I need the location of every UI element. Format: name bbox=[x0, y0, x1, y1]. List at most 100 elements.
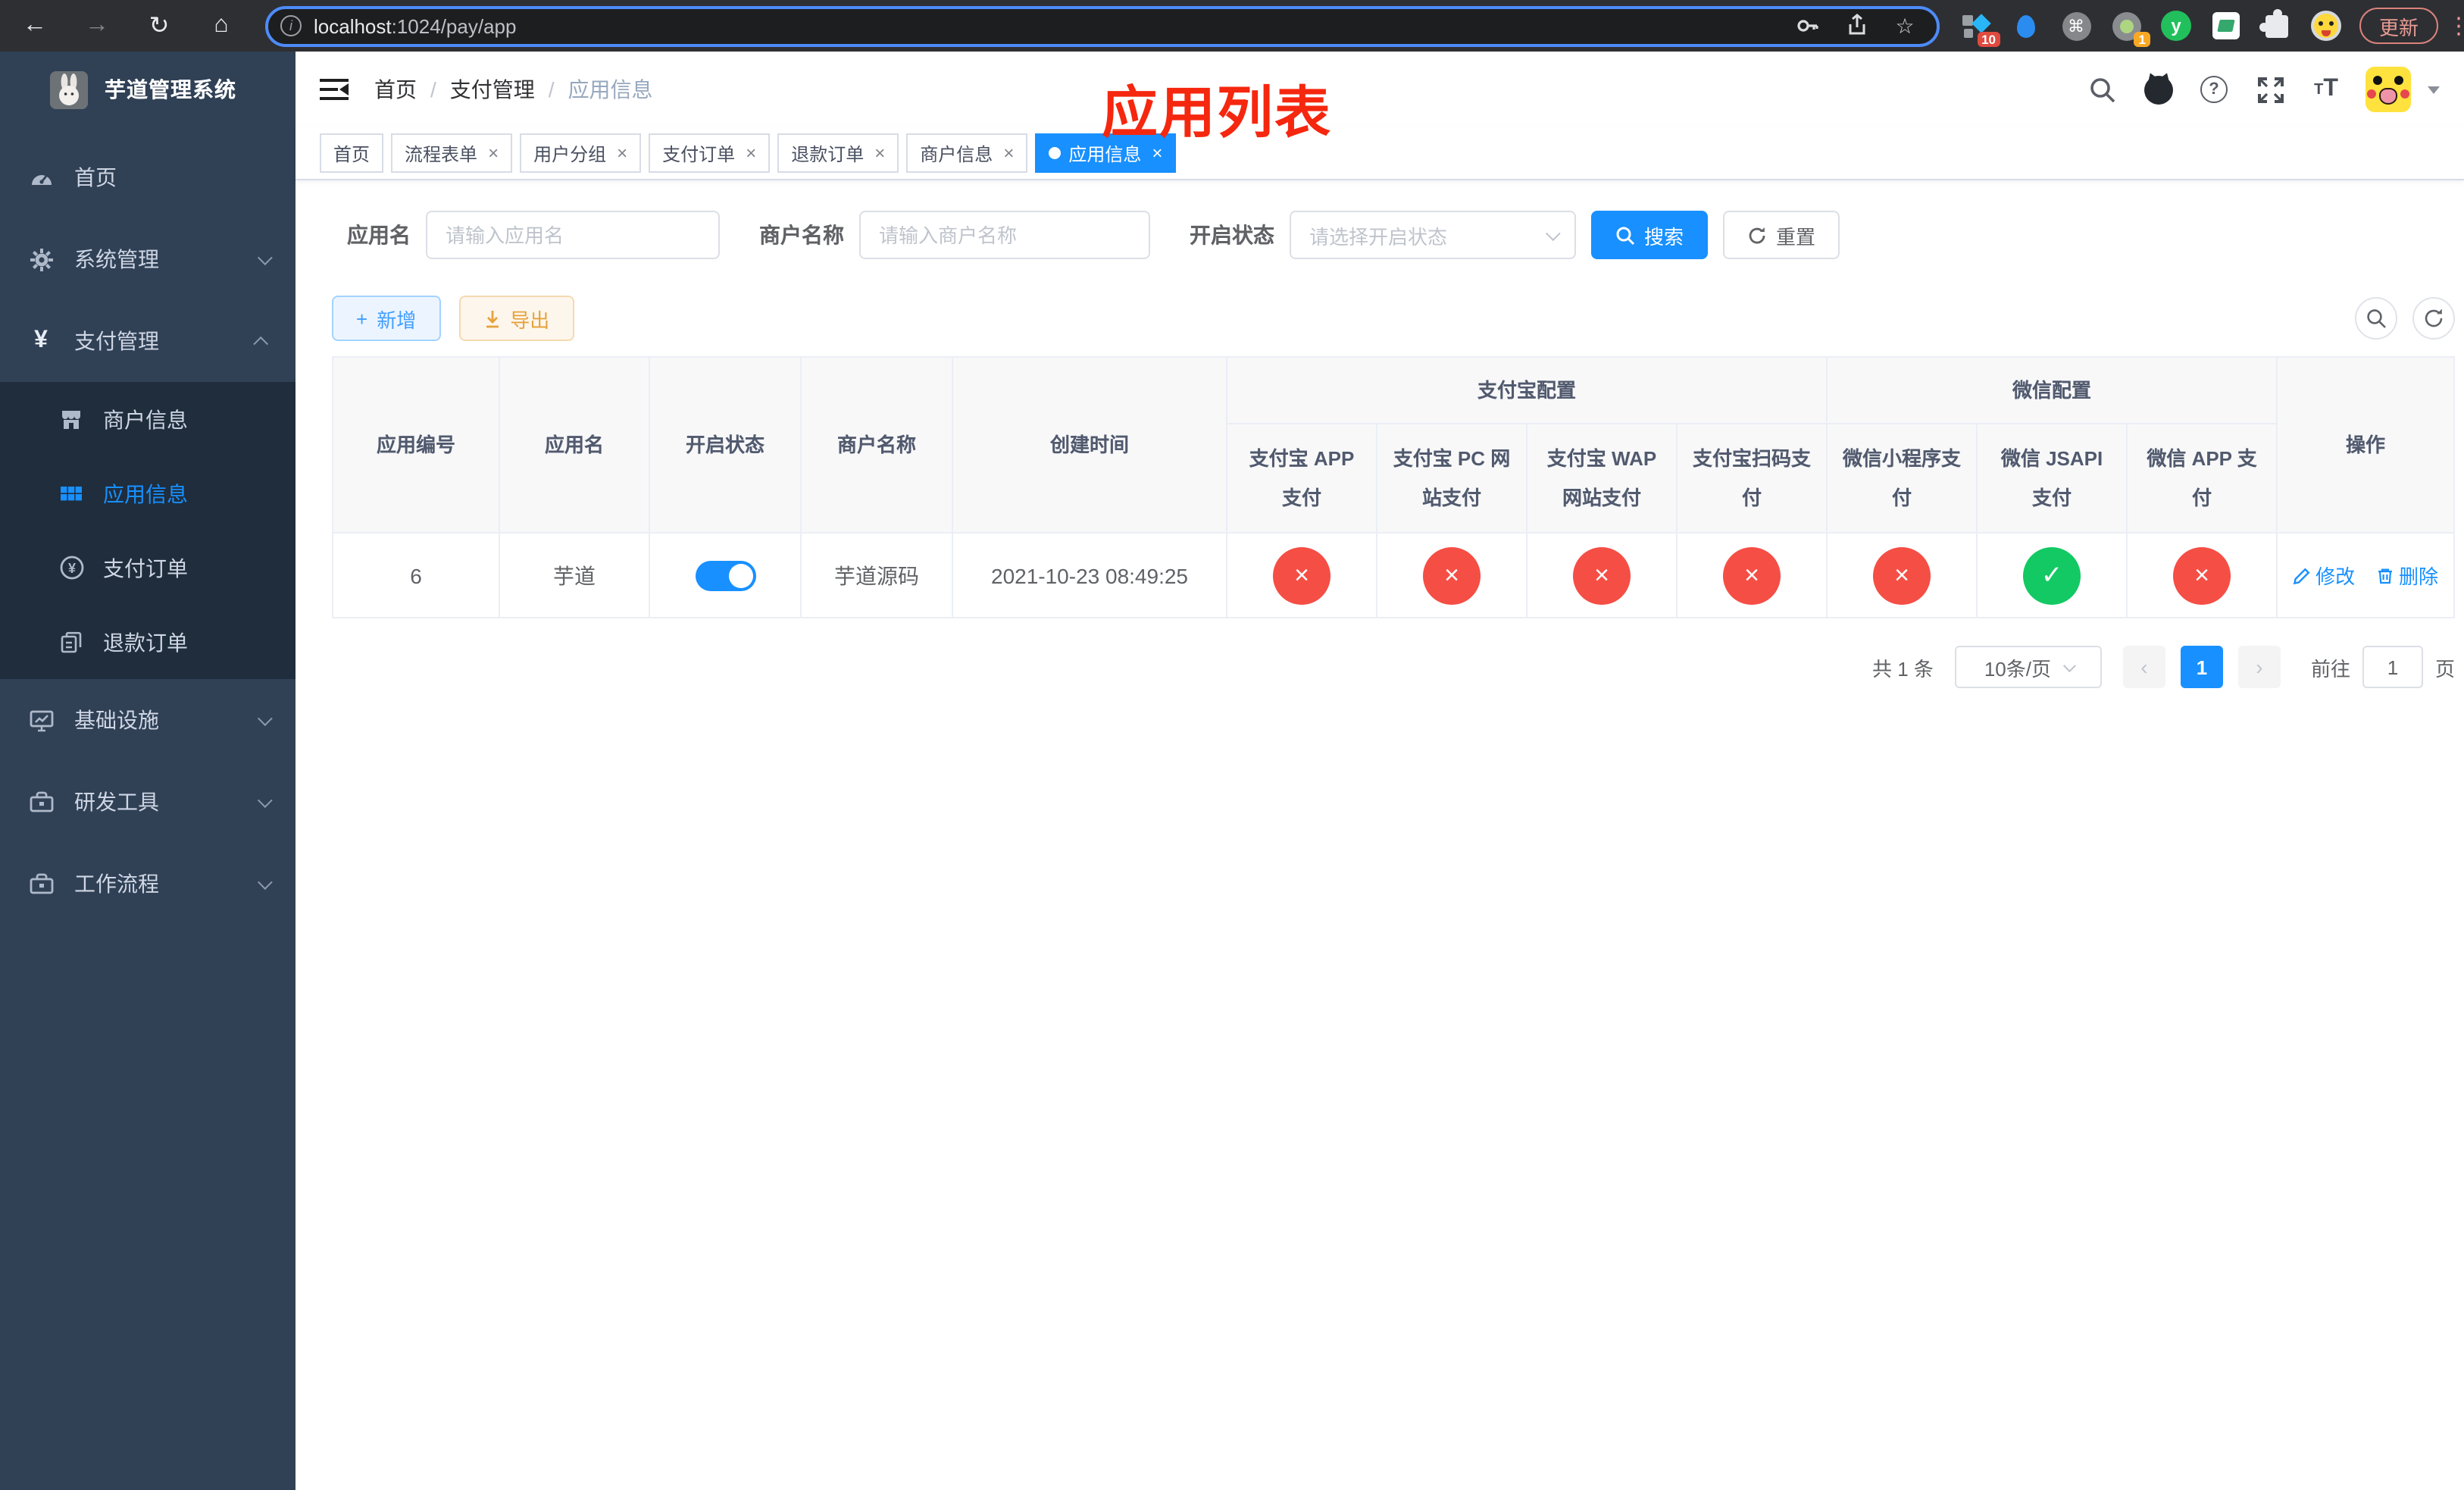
page-content: 应用名 商户名称 开启状态 请选择开启状态 搜索 重置 bbox=[295, 180, 2464, 688]
group-alipay-config: 支付宝配置 bbox=[1225, 356, 1828, 424]
active-dot bbox=[1049, 147, 1062, 159]
merchant-name-input[interactable] bbox=[859, 211, 1150, 259]
profile-avatar-icon[interactable] bbox=[2311, 11, 2341, 41]
ext-chat-icon[interactable] bbox=[2211, 11, 2241, 41]
ext-target-icon[interactable]: 1 bbox=[2111, 11, 2150, 47]
search-button[interactable]: 搜索 bbox=[1591, 211, 1709, 259]
reset-button[interactable]: 重置 bbox=[1723, 211, 1840, 259]
tab-home[interactable]: 首页 bbox=[320, 133, 384, 173]
breadcrumb-home[interactable]: 首页 bbox=[374, 74, 417, 105]
close-icon[interactable]: × bbox=[1003, 142, 1014, 164]
close-icon[interactable]: × bbox=[617, 142, 627, 164]
bookmark-star-icon[interactable]: ☆ bbox=[1891, 12, 1918, 39]
edit-link[interactable]: 修改 bbox=[2293, 561, 2355, 590]
sidebar-item-workflow[interactable]: 工作流程 bbox=[0, 843, 295, 925]
sidebar-item-label: 商户信息 bbox=[103, 407, 188, 431]
site-info-icon[interactable]: i bbox=[280, 15, 302, 36]
ext-badge: 1 bbox=[2134, 31, 2150, 47]
browser-menu-icon[interactable]: ⋮ bbox=[2447, 12, 2464, 39]
sidebar-item-pay-order[interactable]: ¥ 支付订单 bbox=[0, 531, 295, 605]
sidebar-item-dev-tools[interactable]: 研发工具 bbox=[0, 761, 295, 843]
help-icon[interactable]: ? bbox=[2197, 73, 2231, 106]
refresh-button[interactable] bbox=[2412, 297, 2455, 340]
col-alipay-pc: 支付宝 PC 网站支付 bbox=[1376, 423, 1527, 534]
tab-pay-order[interactable]: 支付订单 × bbox=[649, 133, 771, 173]
chevron-down-icon bbox=[257, 874, 273, 890]
close-icon[interactable]: × bbox=[746, 142, 756, 164]
page-unit-label: 页 bbox=[2434, 657, 2455, 680]
col-merchant: 商户名称 bbox=[800, 356, 953, 534]
delete-link[interactable]: 删除 bbox=[2376, 561, 2438, 590]
prev-page-button[interactable]: ‹ bbox=[2122, 646, 2165, 688]
payment-submenu: 商户信息 应用信息 ¥ 支付订单 退款订单 bbox=[0, 382, 295, 679]
app-logo[interactable]: 芋道管理系统 bbox=[0, 52, 295, 127]
ext-command-icon[interactable]: ⌘ bbox=[2061, 11, 2091, 41]
sidebar-fold-icon[interactable] bbox=[320, 78, 349, 101]
ext-balloon-icon[interactable] bbox=[2011, 11, 2041, 41]
close-icon[interactable]: × bbox=[874, 142, 885, 164]
breadcrumb-separator: / bbox=[430, 77, 436, 102]
cell-created: 2021-10-23 08:49:25 bbox=[952, 532, 1227, 618]
status-label: 开启状态 bbox=[1190, 223, 1274, 247]
merchant-name-label: 商户名称 bbox=[759, 223, 844, 247]
sidebar: 芋道管理系统 首页 系统管理 ¥ 支付管理 商户信息 应用信息 ¥ 支付订单 退… bbox=[0, 52, 295, 1490]
chrome-update-button[interactable]: 更新 bbox=[2359, 8, 2439, 44]
page-size-select[interactable]: 10条/页 bbox=[1954, 646, 2102, 688]
fullscreen-icon[interactable] bbox=[2253, 73, 2287, 106]
grid-icon bbox=[58, 480, 85, 507]
toggle-search-button[interactable] bbox=[2355, 297, 2397, 340]
user-avatar[interactable] bbox=[2366, 67, 2411, 112]
browser-home-button[interactable]: ⌂ bbox=[202, 6, 241, 45]
sidebar-item-app-info[interactable]: 应用信息 bbox=[0, 456, 295, 531]
address-bar[interactable]: i localhost:1024/pay/app ☆ bbox=[265, 5, 1940, 46]
status-cross-icon: × bbox=[2173, 546, 2231, 604]
share-icon[interactable] bbox=[1843, 12, 1870, 39]
dashboard-icon bbox=[27, 164, 55, 191]
add-button[interactable]: + 新增 bbox=[332, 296, 441, 341]
next-page-button[interactable]: › bbox=[2237, 646, 2281, 688]
toolbox-icon bbox=[27, 788, 55, 815]
status-select[interactable]: 请选择开启状态 bbox=[1290, 211, 1576, 259]
browser-back-button[interactable]: ← bbox=[15, 6, 55, 45]
extensions-puzzle-icon[interactable] bbox=[2259, 8, 2291, 41]
browser-reload-button[interactable]: ↻ bbox=[139, 6, 179, 45]
goto-page-input[interactable] bbox=[2362, 646, 2423, 688]
sidebar-item-refund-order[interactable]: 退款订单 bbox=[0, 605, 295, 679]
yen-circle-icon: ¥ bbox=[58, 554, 85, 581]
tab-process-form[interactable]: 流程表单 × bbox=[391, 133, 513, 173]
font-size-icon[interactable]: TT bbox=[2309, 73, 2343, 106]
sidebar-item-label: 退款订单 bbox=[103, 630, 188, 654]
sidebar-item-system[interactable]: 系统管理 bbox=[0, 218, 295, 300]
sidebar-item-merchant-info[interactable]: 商户信息 bbox=[0, 382, 295, 456]
col-created: 创建时间 bbox=[952, 356, 1227, 534]
page-1-button[interactable]: 1 bbox=[2180, 646, 2223, 688]
close-icon[interactable]: × bbox=[488, 142, 499, 164]
total-count: 共 1 条 bbox=[1872, 657, 1934, 680]
tab-user-group[interactable]: 用户分组 × bbox=[520, 133, 642, 173]
sidebar-item-infra[interactable]: 基础设施 bbox=[0, 679, 295, 761]
sidebar-item-home[interactable]: 首页 bbox=[0, 136, 295, 218]
tags-view: 首页 流程表单 × 用户分组 × 支付订单 × 退款订单 × 商户信息 × 应用信息 × bbox=[295, 127, 2464, 180]
col-app-id: 应用编号 bbox=[332, 356, 500, 534]
github-icon[interactable] bbox=[2141, 73, 2175, 106]
password-key-icon[interactable] bbox=[1794, 12, 1821, 39]
col-wx-mini: 微信小程序支付 bbox=[1826, 423, 1978, 534]
ext-diamond-icon[interactable]: 10 bbox=[1961, 11, 2000, 47]
sidebar-item-payment[interactable]: ¥ 支付管理 bbox=[0, 300, 295, 382]
url-text[interactable]: localhost:1024/pay/app bbox=[314, 14, 516, 37]
breadcrumb-payment[interactable]: 支付管理 bbox=[450, 74, 535, 105]
app-name-input[interactable] bbox=[426, 211, 720, 259]
ext-yuque-icon[interactable]: y bbox=[2161, 11, 2191, 41]
table-row: 6 芋道 芋道源码 2021-10-23 08:49:25 × × × × × … bbox=[332, 532, 2456, 618]
app-title: 芋道管理系统 bbox=[105, 77, 236, 102]
enabled-toggle[interactable] bbox=[695, 560, 755, 590]
header-search-icon[interactable] bbox=[2085, 73, 2118, 106]
browser-forward-button[interactable]: → bbox=[77, 6, 117, 45]
avatar-caret-icon[interactable] bbox=[2428, 86, 2440, 93]
document-copy-icon bbox=[58, 628, 85, 656]
sidebar-item-label: 支付管理 bbox=[74, 329, 159, 353]
export-button[interactable]: 导出 bbox=[458, 296, 574, 341]
tab-refund-order[interactable]: 退款订单 × bbox=[777, 133, 899, 173]
sidebar-item-label: 支付订单 bbox=[103, 556, 188, 580]
tab-merchant-info[interactable]: 商户信息 × bbox=[906, 133, 1028, 173]
